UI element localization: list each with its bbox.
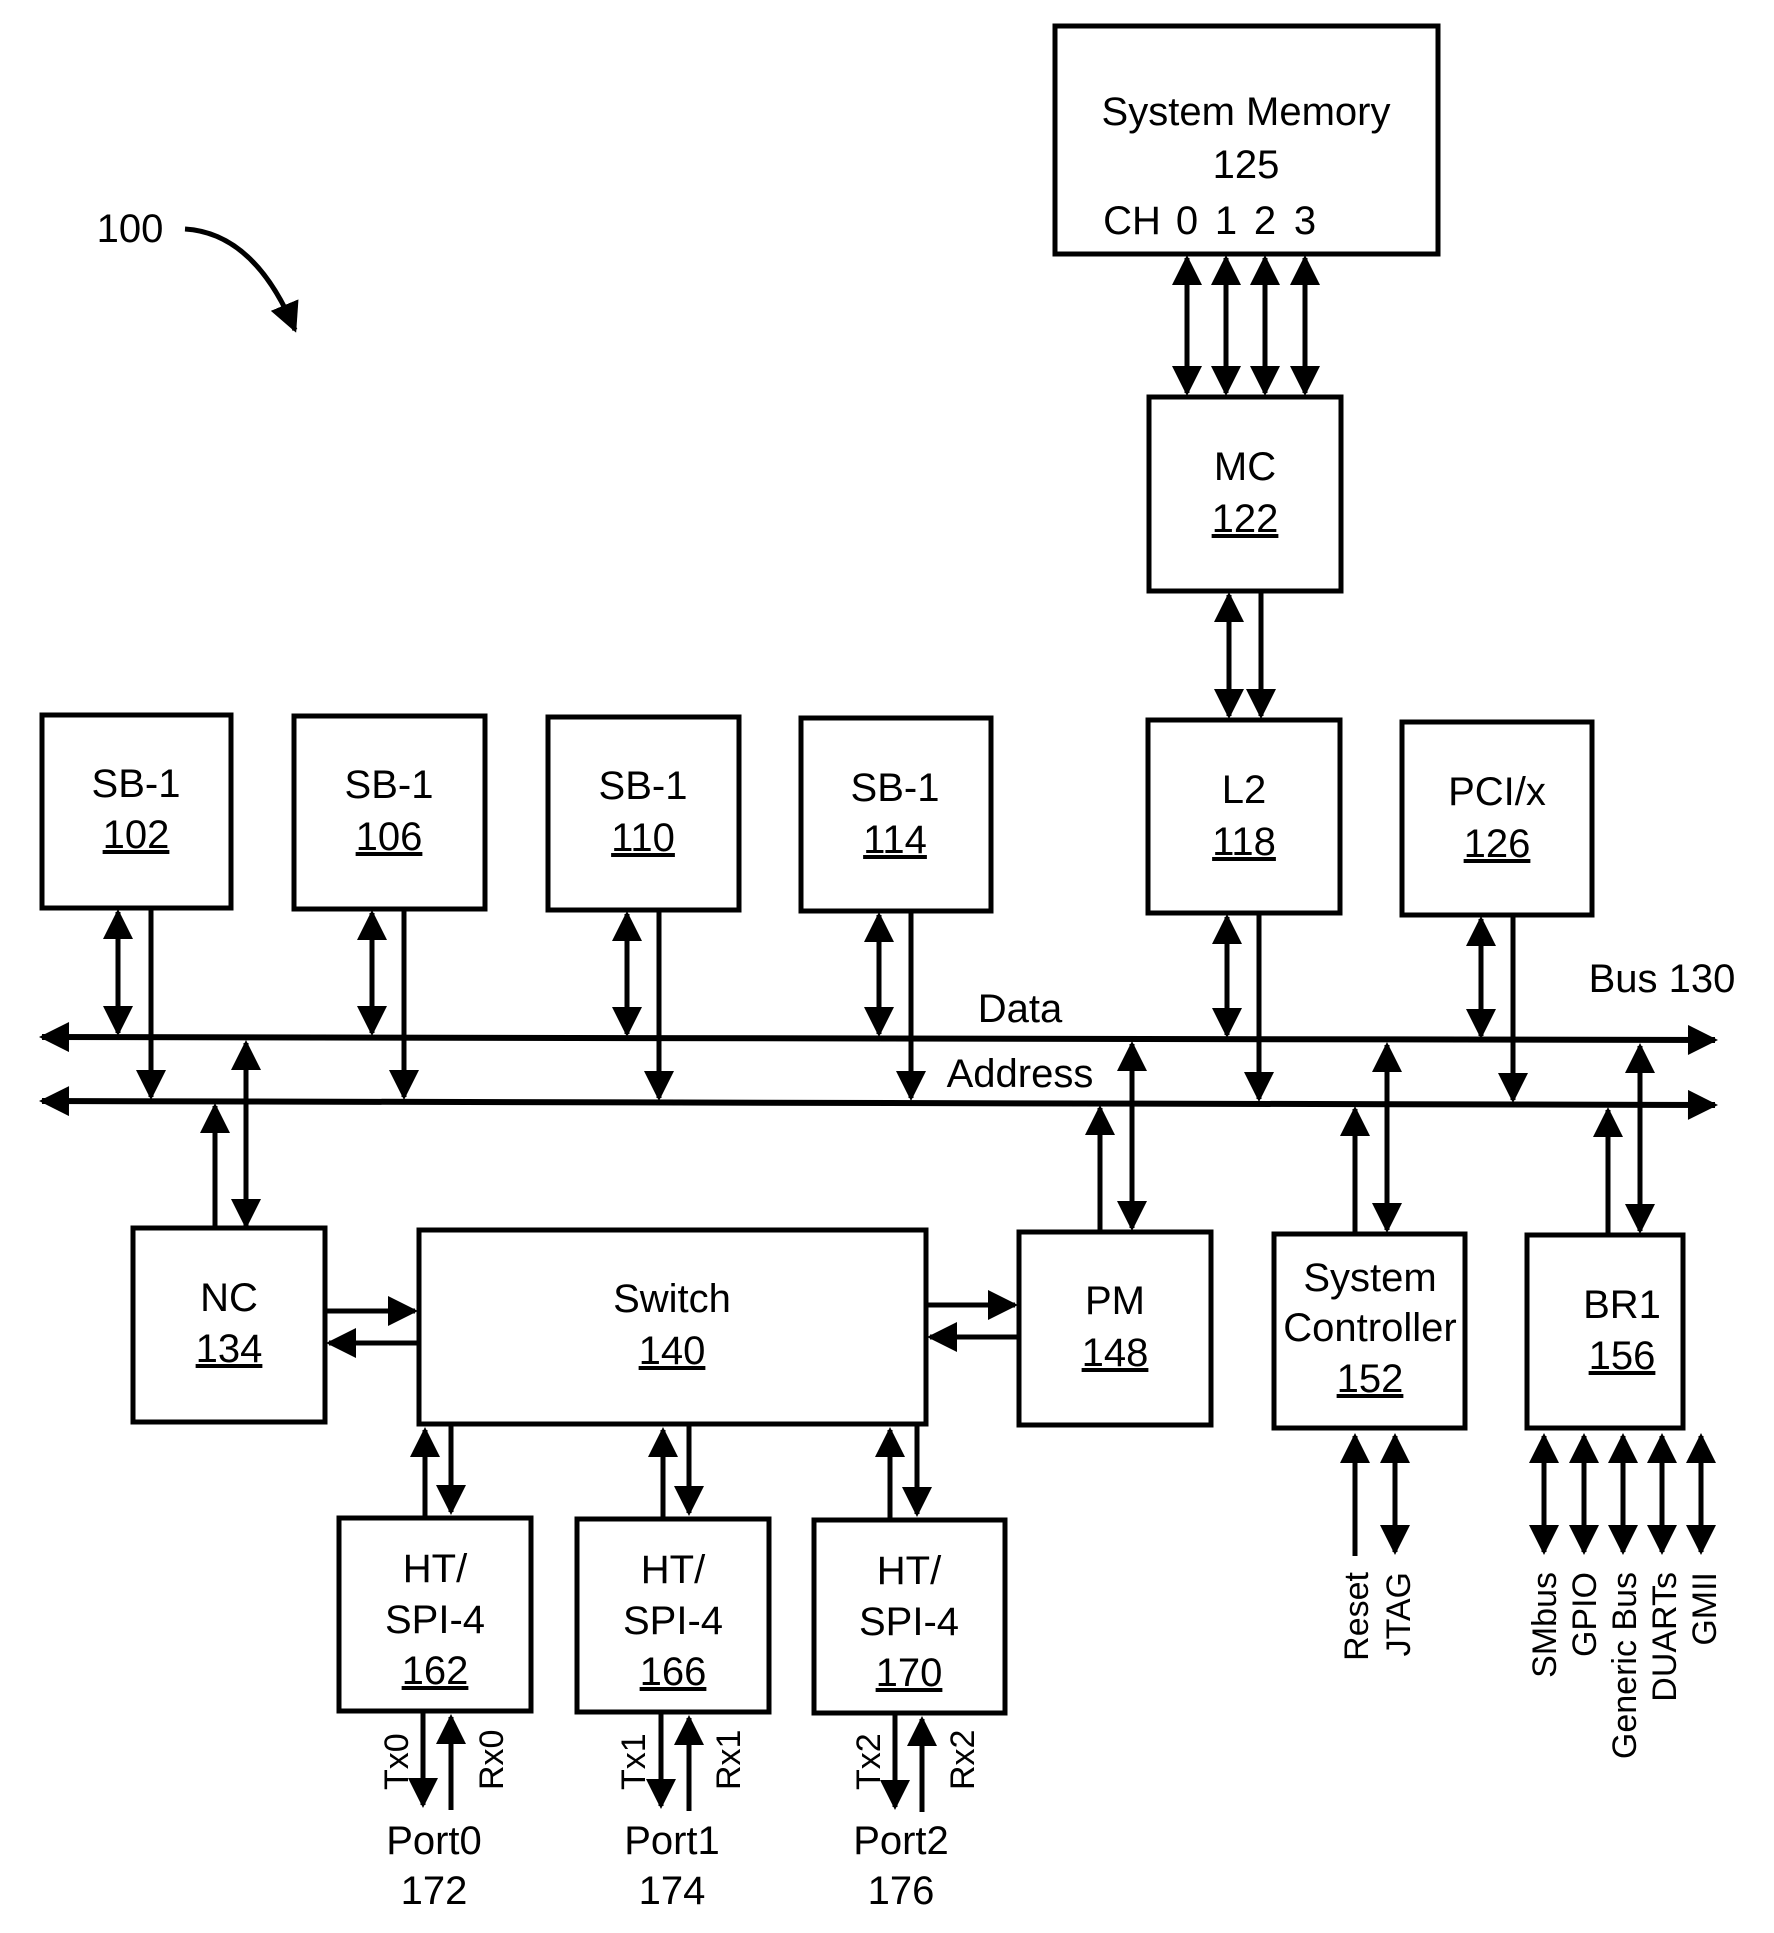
sb-1-114-block [798,715,994,914]
nc-number: 134 [196,1327,263,1371]
sb-1-106-block [291,713,488,912]
mc-block [1146,394,1344,594]
pm-block [1016,1229,1214,1428]
l2-number: 118 [1212,820,1276,864]
pm-name: PM [1085,1279,1145,1323]
channel-2-label: 2 [1254,199,1276,243]
generic-bus-signal-label: Generic Bus [1606,1572,1644,1759]
port1-number: 174 [639,1869,706,1913]
ht-spi4-170-line2: SPI-4 [859,1600,959,1644]
rx1-label: Rx1 [710,1730,748,1790]
br1-name: BR1 [1583,1283,1661,1327]
jtag-signal-label: JTAG [1380,1572,1418,1656]
ht-spi4-170-number: 170 [876,1651,943,1695]
channel-1-label: 1 [1215,199,1237,243]
tx0-label: Tx0 [378,1733,416,1790]
sb-1-110-name: SB-1 [599,764,688,808]
reset-signal-label: Reset [1338,1571,1376,1660]
port2-name: Port2 [853,1819,949,1863]
port0-number: 172 [401,1869,468,1913]
ht-spi4-170-line1: HT/ [877,1549,942,1593]
br1-number: 156 [1589,1334,1656,1378]
switch-number: 140 [639,1329,706,1373]
pci-x-block [1399,719,1595,918]
system-controller-number: 152 [1337,1357,1404,1401]
rx0-label: Rx0 [473,1730,511,1790]
l2-block [1145,717,1343,916]
ht-spi4-166-number: 166 [640,1650,707,1694]
tx2-label: Tx2 [850,1733,888,1790]
ht-spi4-166-line2: SPI-4 [623,1599,723,1643]
sb-1-102-block [39,712,234,911]
pci-x-name: PCI/x [1448,770,1546,814]
sb-1-114-name: SB-1 [851,766,940,810]
reference-arrow-icon [184,226,299,333]
system-memory-title: System Memory [1102,90,1391,134]
port0-name: Port0 [386,1819,482,1863]
channel-0-label: 0 [1176,199,1198,243]
data-bus-line [39,1022,1718,1055]
gmii-signal-label: GMII [1686,1572,1724,1646]
ht-spi4-166-line1: HT/ [641,1548,706,1592]
port2-number: 176 [868,1869,935,1913]
gpio-signal-label: GPIO [1566,1572,1604,1657]
sb-1-102-number: 102 [103,813,170,857]
ht-spi4-162-number: 162 [402,1649,469,1693]
data-bus-label: Data [978,987,1063,1031]
sb-1-114-number: 114 [863,818,927,862]
mc-number: 122 [1212,497,1279,541]
port1-name: Port1 [624,1819,720,1863]
block-diagram: 100 System Memory 125 CH 0 1 2 3 MC 122 … [39,23,1736,1913]
address-bus-line [39,1086,1718,1120]
bus-label: Bus 130 [1589,957,1736,1001]
sb-1-102-name: SB-1 [92,762,181,806]
system-memory-number: 125 [1213,143,1280,187]
br1-block [1524,1232,1686,1431]
sb-1-106-number: 106 [356,815,423,859]
switch-block [416,1227,929,1427]
switch-name: Switch [613,1277,731,1321]
l2-name: L2 [1222,768,1267,812]
mc-name: MC [1214,445,1276,489]
pm-number: 148 [1082,1331,1149,1375]
figure-reference-label: 100 [97,207,164,251]
address-bus-label: Address [947,1052,1094,1096]
nc-block [130,1225,328,1425]
smbus-signal-label: SMbus [1526,1572,1564,1678]
channels-label: CH [1103,199,1161,243]
ht-spi4-162-line2: SPI-4 [385,1598,485,1642]
ht-spi4-162-line1: HT/ [403,1547,468,1591]
sb-1-106-name: SB-1 [345,763,434,807]
nc-name: NC [200,1276,258,1320]
sb-1-110-number: 110 [611,816,675,860]
system-controller-name-line2: Controller [1283,1306,1456,1350]
system-controller-name-line1: System [1303,1256,1436,1300]
duarts-signal-label: DUARTs [1646,1572,1684,1702]
channel-3-label: 3 [1294,199,1316,243]
pci-x-number: 126 [1464,822,1531,866]
rx2-label: Rx2 [944,1730,982,1790]
sb-1-110-block [545,714,742,913]
tx1-label: Tx1 [615,1733,653,1790]
